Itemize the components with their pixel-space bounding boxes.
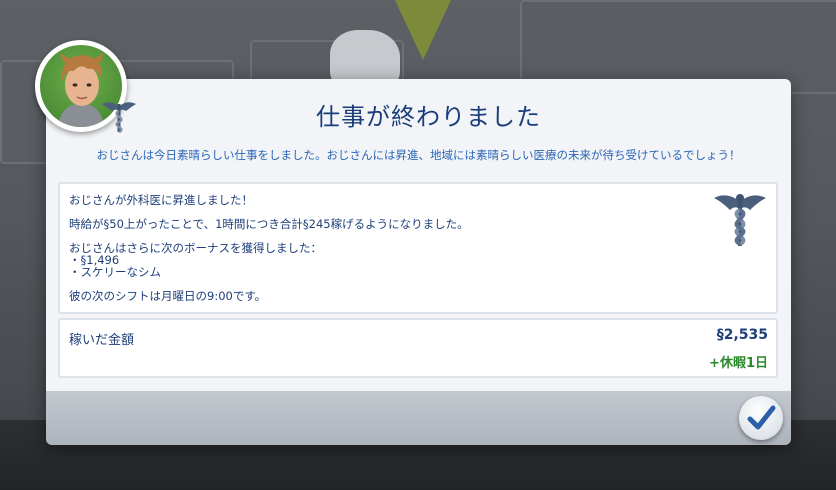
confirm-button[interactable] [739, 396, 783, 440]
info-panel: おじさんが外科医に昇進しました！ 時給が§50上がったことで、1時間につき合計§… [58, 182, 778, 314]
earnings-panel: 稼いだ金額 §2,535 +休暇1日 [58, 318, 778, 378]
earnings-bonus: +休暇1日 [709, 356, 768, 371]
raise-text: 時給が§50上がったことで、1時間につき合計§245稼げるようになりました。 [69, 217, 469, 231]
earnings-label: 稼いだ金額 [69, 333, 135, 348]
dialog-subtitle: おじさんは今日素晴らしい仕事をしました。おじさんには昇進、地域には素晴らしい医療… [96, 148, 741, 162]
dialog-title: 仕事が終わりました [316, 103, 541, 131]
work-complete-dialog: 仕事が終わりました おじさんは今日素晴らしい仕事をしました。おじさんには昇進、地… [46, 79, 791, 445]
next-shift-text: 彼の次のシフトは月曜日の9:00です。 [69, 289, 267, 303]
earnings-amount: §2,535 [716, 327, 768, 343]
dialog-body: 仕事が終わりました おじさんは今日素晴らしい仕事をしました。おじさんには昇進、地… [46, 79, 791, 391]
dialog-footer [46, 391, 791, 445]
career-badge-icon [100, 98, 138, 134]
promotion-text: おじさんが外科医に昇進しました！ [69, 193, 253, 207]
background-lamp [395, 0, 451, 60]
caduceus-icon [710, 188, 770, 250]
bonus-item: ・スケリーなシム [69, 265, 161, 279]
checkmark-icon [747, 405, 776, 430]
